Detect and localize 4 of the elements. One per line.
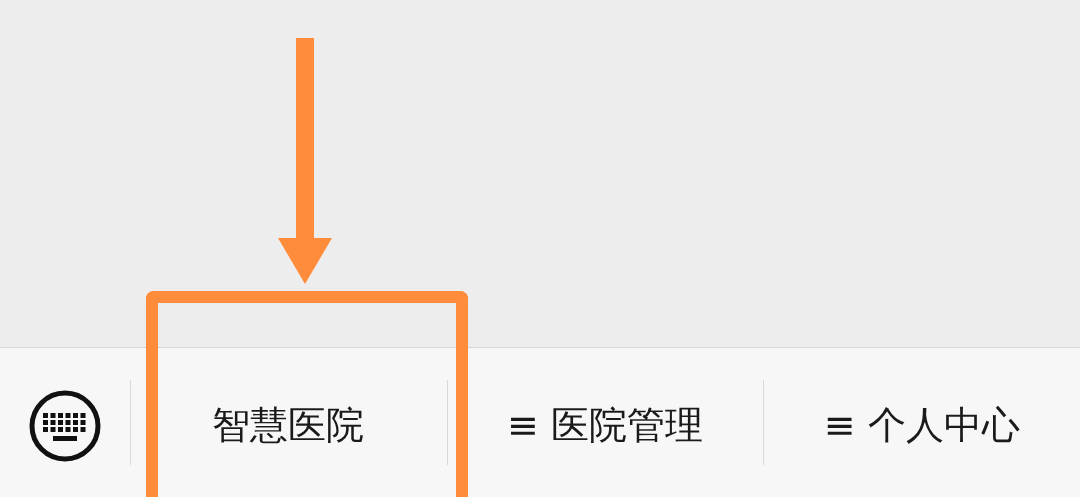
menu-tab[interactable]: 智慧医院	[204, 396, 373, 455]
menu-tab[interactable]: ≡ 医院管理	[499, 396, 711, 455]
menu-tab[interactable]: ≡ 个人中心	[815, 396, 1028, 455]
keyboard-icon[interactable]	[28, 388, 102, 463]
